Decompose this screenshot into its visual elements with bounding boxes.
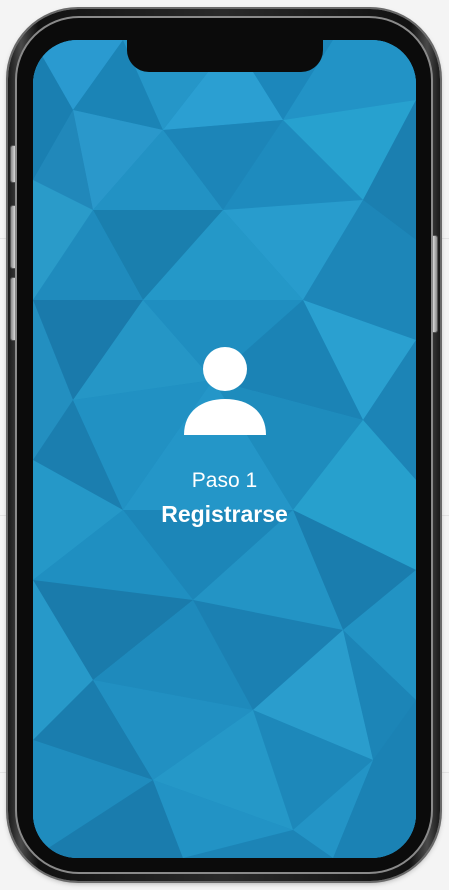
phone-notch bbox=[127, 40, 323, 72]
phone-screen: Paso 1 Registrarse bbox=[33, 40, 416, 858]
user-icon bbox=[182, 345, 268, 435]
step-content: Paso 1 Registrarse bbox=[33, 345, 416, 528]
stage: Paso 1 Registrarse bbox=[0, 0, 449, 890]
step-title: Registrarse bbox=[161, 501, 288, 527]
step-label: Paso 1 bbox=[191, 469, 258, 492]
